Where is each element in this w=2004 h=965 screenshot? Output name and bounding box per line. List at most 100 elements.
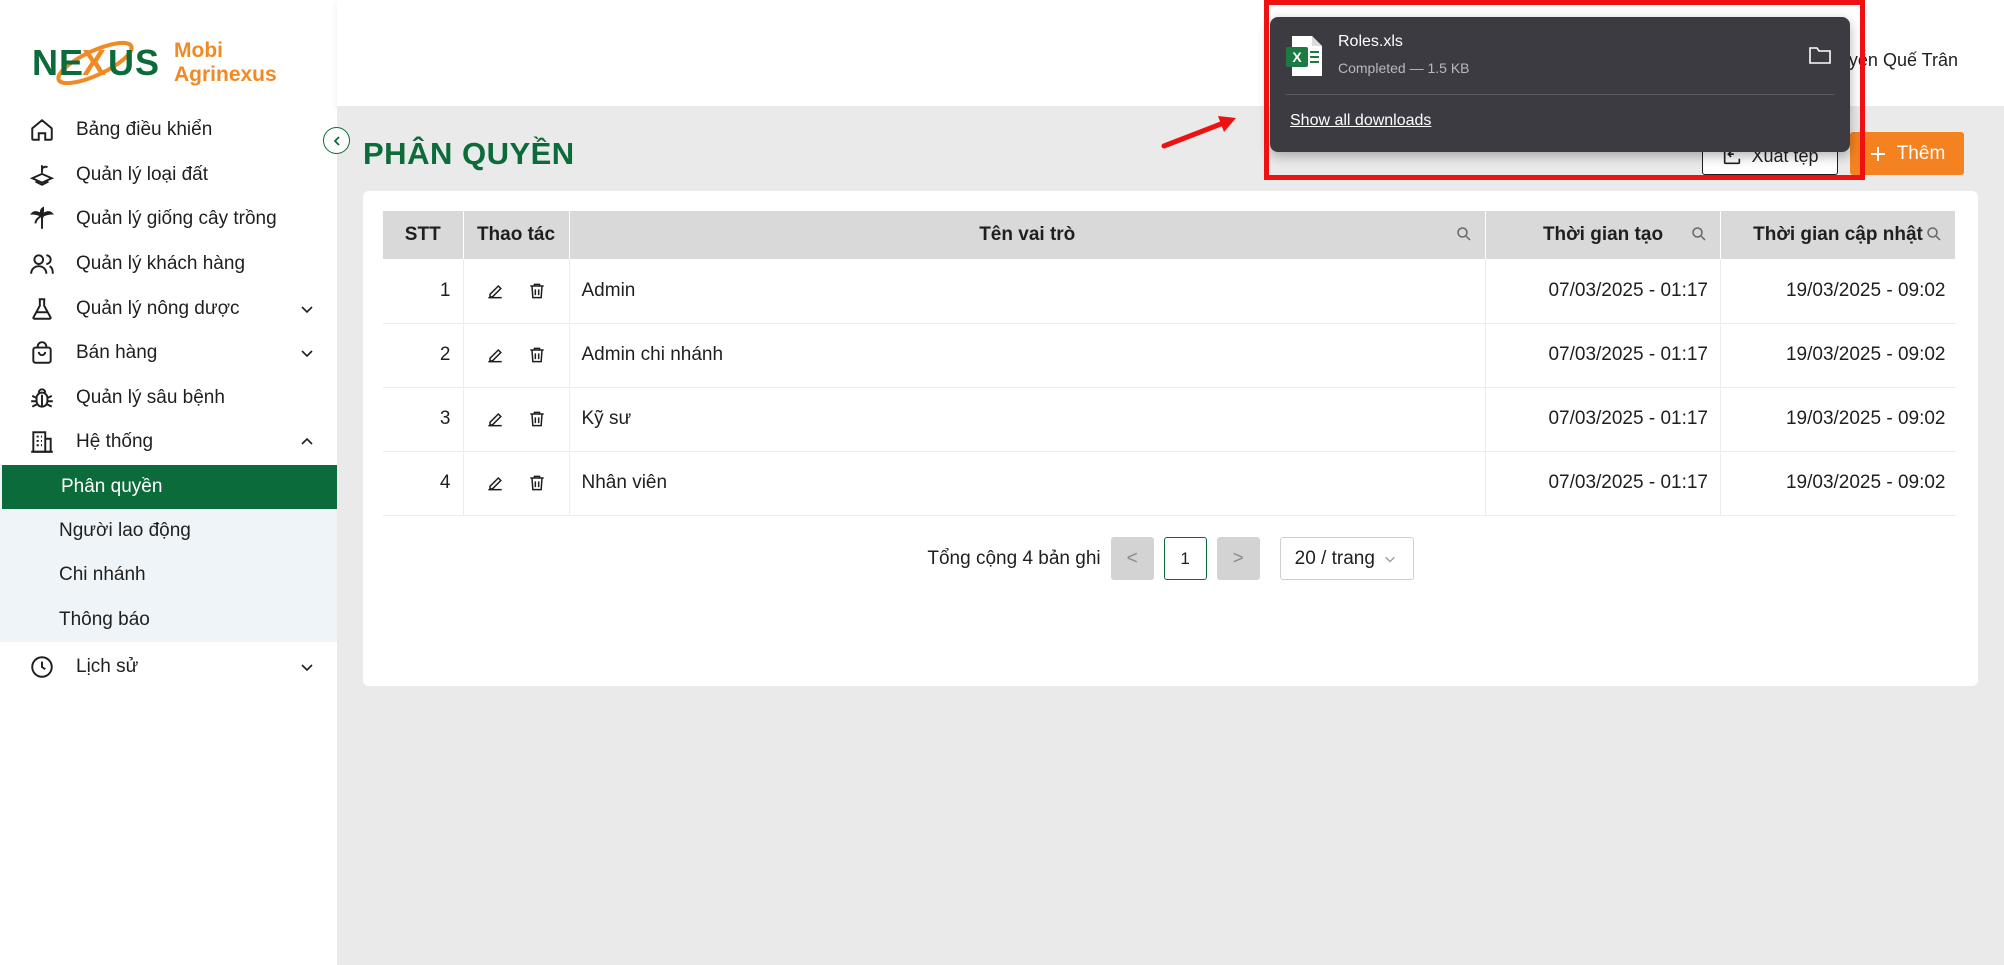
- sidebar-subitem-label: Chi nhánh: [59, 564, 146, 586]
- system-submenu: Phân quyền Người lao động Chi nhánh Thôn…: [0, 464, 337, 642]
- cell-actions: [463, 323, 570, 388]
- sidebar-item-label: Quản lý giống cây trồng: [76, 208, 277, 230]
- next-page-button[interactable]: >: [1216, 537, 1260, 580]
- delete-icon[interactable]: [527, 345, 547, 365]
- soil-icon: [28, 161, 56, 189]
- sidebar-subitem-employees[interactable]: Người lao động: [0, 509, 337, 553]
- svg-text:X: X: [1292, 49, 1302, 65]
- cell-actions: [463, 387, 570, 452]
- sidebar-item-history[interactable]: Lịch sử: [0, 642, 337, 692]
- bug-icon: [28, 384, 56, 412]
- main-content: PHÂN QUYỀN Xuất tệp Thêm STT Thao tác Tê…: [337, 106, 2004, 965]
- cell-created: 07/03/2025 - 01:17: [1485, 387, 1721, 452]
- sidebar-nav: Bảng điều khiển Quản lý loại đất Quản lý…: [0, 108, 337, 692]
- column-header-actions: Thao tác: [463, 211, 570, 259]
- column-header-name-label: Tên vai trò: [979, 224, 1076, 245]
- add-button[interactable]: Thêm: [1850, 132, 1964, 175]
- delete-icon[interactable]: [527, 281, 547, 301]
- divider: [1286, 94, 1834, 95]
- search-icon[interactable]: [1925, 225, 1943, 243]
- sidebar-item-dashboard[interactable]: Bảng điều khiển: [0, 108, 337, 153]
- sidebar-item-label: Hệ thống: [76, 431, 154, 453]
- cell-updated: 19/03/2025 - 09:02: [1720, 259, 1956, 324]
- edit-icon[interactable]: [485, 409, 505, 429]
- download-popup: X Roles.xls Completed — 1.5 KB Show all …: [1270, 17, 1850, 152]
- sidebar-subitem-label: Người lao động: [59, 520, 191, 542]
- sidebar-subitem-notifications[interactable]: Thông báo: [0, 598, 337, 642]
- folder-icon: [1809, 47, 1831, 64]
- sidebar-item-pests[interactable]: Quản lý sâu bệnh: [0, 376, 337, 421]
- chevron-down-icon: [301, 350, 313, 358]
- cell-role-name: Kỹ sư: [569, 387, 1486, 452]
- prev-page-button[interactable]: <: [1110, 537, 1154, 580]
- show-all-downloads-link[interactable]: Show all downloads: [1290, 112, 1431, 130]
- sidebar-item-label: Bán hàng: [76, 342, 158, 364]
- excel-file-icon[interactable]: X: [1286, 35, 1324, 82]
- chevron-down-icon: [301, 664, 313, 672]
- pagination-total: Tổng cộng 4 bản ghi: [927, 547, 1101, 569]
- cell-role-name: Admin chi nhánh: [569, 323, 1486, 388]
- cell-actions: [463, 451, 570, 516]
- column-header-stt: STT: [383, 211, 464, 259]
- column-header-updated: Thời gian cập nhật: [1720, 211, 1956, 259]
- logo-text: Mobi Agrinexus: [174, 39, 277, 87]
- edit-icon[interactable]: [485, 345, 505, 365]
- table-header-row: STT Thao tác Tên vai trò Thời gian tạo T…: [383, 211, 1956, 259]
- table-row: 1 Admin 07/03/2025 - 01:17 19/03/2025 - …: [383, 259, 1956, 324]
- sidebar-subitem-permissions[interactable]: Phân quyền: [2, 464, 337, 510]
- sidebar-item-plant-varieties[interactable]: Quản lý giống cây trồng: [0, 197, 337, 242]
- chevron-left-icon: [333, 135, 340, 146]
- cell-stt: 3: [383, 387, 464, 452]
- sidebar-collapse-button[interactable]: [323, 127, 350, 154]
- nexus-logo-icon: NE X US: [32, 40, 159, 86]
- user-name[interactable]: yễn Quế Trân: [1849, 50, 1958, 71]
- sidebar-subitem-branches[interactable]: Chi nhánh: [0, 553, 337, 597]
- cell-updated: 19/03/2025 - 09:02: [1720, 323, 1956, 388]
- column-header-updated-label: Thời gian cập nhật: [1753, 224, 1923, 245]
- cell-role-name: Admin: [569, 259, 1486, 324]
- page-title: PHÂN QUYỀN: [363, 136, 575, 171]
- table-row: 2 Admin chi nhánh 07/03/2025 - 01:17 19/…: [383, 323, 1956, 388]
- chevron-right-icon: >: [1232, 547, 1244, 569]
- cell-role-name: Nhân viên: [569, 451, 1486, 516]
- annotation-arrow-icon: [1161, 116, 1236, 149]
- chevron-down-icon: [301, 306, 313, 313]
- page-number-button[interactable]: 1: [1163, 537, 1207, 580]
- logo[interactable]: NE X US Mobi Agrinexus: [30, 28, 277, 98]
- column-header-created-label: Thời gian tạo: [1542, 224, 1664, 245]
- palm-tree-icon: [28, 205, 56, 233]
- download-file-name[interactable]: Roles.xls: [1338, 33, 1403, 51]
- search-icon[interactable]: [1690, 225, 1708, 243]
- svg-text:NE: NE: [32, 42, 84, 83]
- delete-icon[interactable]: [527, 473, 547, 493]
- table-row: 4 Nhân viên 07/03/2025 - 01:17 19/03/202…: [383, 451, 1956, 516]
- plus-icon: [1870, 146, 1885, 161]
- home-icon: [28, 116, 56, 144]
- column-header-name: Tên vai trò: [569, 211, 1486, 259]
- table-row: 3 Kỹ sư 07/03/2025 - 01:17 19/03/2025 - …: [383, 387, 1956, 452]
- sidebar-subitem-label: Phân quyền: [61, 475, 163, 497]
- sidebar-item-system[interactable]: Hệ thống: [0, 420, 337, 465]
- sidebar-item-soil-types[interactable]: Quản lý loại đất: [0, 153, 337, 198]
- clock-history-icon: [28, 653, 56, 681]
- page-size-select[interactable]: 20 / trang: [1279, 537, 1414, 580]
- chevron-up-icon: [301, 438, 313, 446]
- sidebar-item-sales[interactable]: Bán hàng: [0, 331, 337, 376]
- add-button-label: Thêm: [1896, 142, 1946, 164]
- sidebar-item-pesticides[interactable]: Quản lý nông dược: [0, 286, 337, 331]
- roles-card: STT Thao tác Tên vai trò Thời gian tạo T…: [363, 191, 1978, 686]
- open-folder-button[interactable]: [1808, 44, 1832, 71]
- cell-stt: 1: [383, 259, 464, 324]
- logo-brand-line2: Agrinexus: [174, 63, 277, 86]
- show-all-downloads-label: Show all downloads: [1290, 112, 1432, 129]
- delete-icon[interactable]: [527, 409, 547, 429]
- search-icon[interactable]: [1455, 225, 1473, 243]
- edit-icon[interactable]: [485, 473, 505, 493]
- logo-brand-line1: Mobi: [174, 39, 223, 62]
- download-status: Completed — 1.5 KB: [1338, 60, 1470, 76]
- sidebar-item-customers[interactable]: Quản lý khách hàng: [0, 242, 337, 287]
- sidebar-item-label: Quản lý khách hàng: [76, 253, 246, 275]
- cell-created: 07/03/2025 - 01:17: [1485, 259, 1721, 324]
- edit-icon[interactable]: [485, 281, 505, 301]
- svg-text:X: X: [82, 42, 106, 83]
